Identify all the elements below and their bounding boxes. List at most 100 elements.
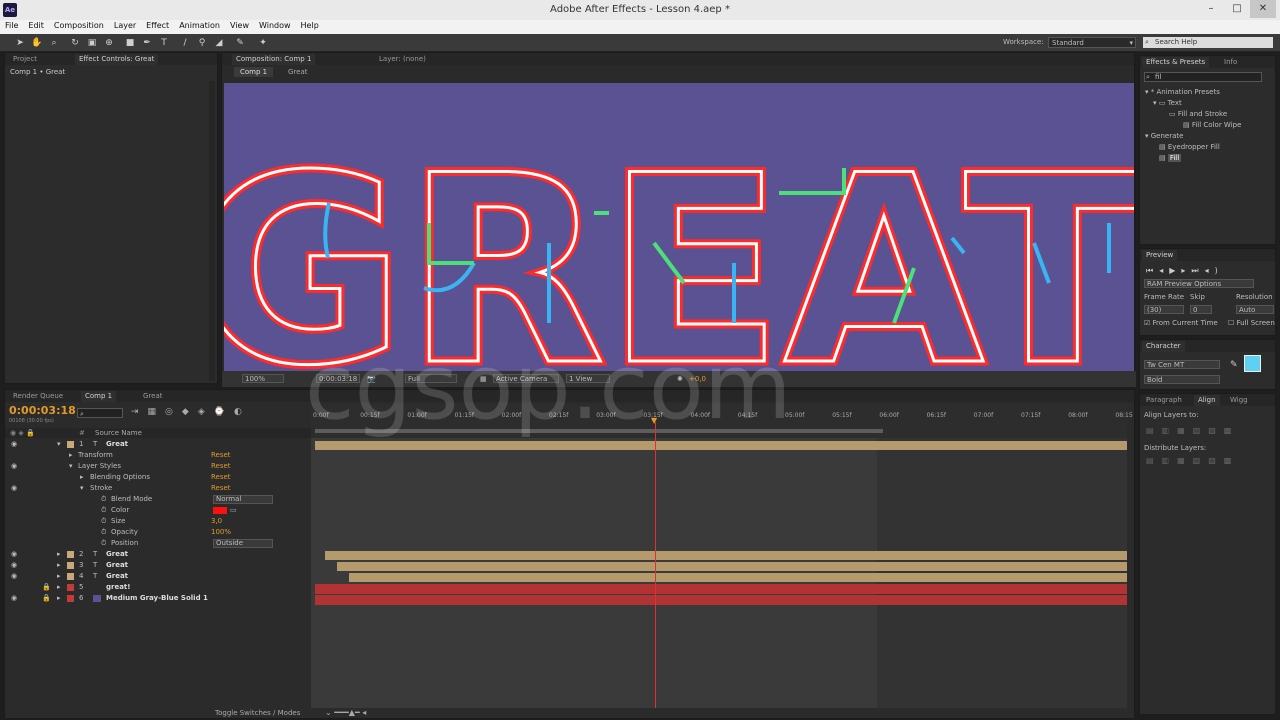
layer-bar-3[interactable] — [337, 562, 1127, 571]
property-value[interactable]: Reset — [211, 450, 231, 461]
tab-info[interactable]: Info — [1220, 57, 1241, 68]
stopwatch-icon[interactable]: ⏱ — [101, 538, 106, 549]
zoom-slider[interactable]: ⌄ ━━━▲━ ◂ — [325, 708, 395, 717]
layer-name[interactable]: Great — [106, 560, 128, 571]
label-color-swatch[interactable] — [67, 584, 74, 591]
tab-align[interactable]: Align — [1194, 395, 1220, 406]
menu-effect[interactable]: Effect — [141, 20, 174, 30]
minimize-icon[interactable]: – — [1198, 0, 1224, 18]
play-icon[interactable]: ▶ — [1169, 266, 1181, 275]
property-row-size[interactable]: ⏱ Size 3,0 — [5, 516, 311, 527]
property-row-layer-styles[interactable]: ◉ ▾ Layer Styles Reset — [5, 461, 311, 472]
font-style-select[interactable]: Bold — [1144, 375, 1220, 384]
tab-render-queue[interactable]: Render Queue — [9, 391, 67, 402]
type-tool-icon[interactable]: T — [158, 37, 170, 49]
camera-tool-icon[interactable]: ▣ — [86, 37, 98, 49]
layer-name[interactable]: great! — [106, 582, 130, 593]
lock-icon[interactable]: 🔒 — [42, 582, 51, 593]
workspace-select[interactable]: Standard ▾ — [1048, 37, 1136, 48]
position-select[interactable]: Outside — [213, 539, 273, 548]
playhead[interactable] — [655, 422, 656, 708]
eyedropper-icon[interactable]: ▭ — [230, 505, 237, 516]
first-frame-icon[interactable]: ⏮ — [1146, 266, 1159, 275]
stopwatch-icon[interactable]: ⏱ — [101, 505, 106, 516]
composition-canvas[interactable]: GREAT GREAT — [224, 83, 1134, 371]
maximize-icon[interactable]: □ — [1224, 0, 1250, 18]
tab-preview[interactable]: Preview — [1142, 250, 1178, 261]
pan-behind-tool-icon[interactable]: ⊕ — [103, 37, 115, 49]
full-screen-checkbox[interactable]: ☐ Full Screen — [1228, 319, 1275, 327]
effects-search-input[interactable]: ⌕ fil — [1144, 72, 1262, 82]
tab-project[interactable]: Project — [9, 54, 41, 65]
timeline-timecode[interactable]: 0:00:03:18 — [9, 404, 76, 417]
property-row-color[interactable]: ⏱ Color ▭ — [5, 505, 311, 516]
timeline-search-input[interactable]: ⌕ — [77, 408, 123, 418]
roto-brush-tool-icon[interactable]: ✎ — [234, 37, 246, 49]
chevron-right-icon[interactable]: ▸ — [57, 571, 61, 582]
label-color-swatch[interactable] — [67, 562, 74, 569]
frame-rate-select[interactable]: (30) — [1144, 305, 1184, 314]
chevron-down-icon[interactable]: ▾ — [69, 461, 73, 472]
ram-preview-options-select[interactable]: RAM Preview Options — [1144, 279, 1254, 288]
layer-bar-4[interactable] — [349, 573, 1127, 582]
chevron-right-icon[interactable]: ▸ — [57, 549, 61, 560]
menu-composition[interactable]: Composition — [49, 20, 109, 30]
previous-frame-icon[interactable]: ◂ — [1159, 266, 1169, 275]
chevron-right-icon[interactable]: ▸ — [80, 472, 84, 483]
label-color-swatch[interactable] — [67, 441, 74, 448]
property-value[interactable]: Reset — [211, 483, 231, 494]
menu-animation[interactable]: Animation — [174, 20, 225, 30]
tree-item-fill-and-stroke[interactable]: ▭ Fill and Stroke — [1145, 110, 1241, 121]
pen-tool-icon[interactable]: ✒ — [141, 37, 153, 49]
menu-help[interactable]: Help — [296, 20, 324, 30]
eye-icon[interactable]: ◉ — [11, 571, 17, 582]
tab-character[interactable]: Character — [1142, 341, 1185, 352]
label-color-swatch[interactable] — [67, 595, 74, 602]
layer-name[interactable]: Great — [106, 549, 128, 560]
chevron-right-icon[interactable]: ▸ — [69, 450, 73, 461]
stopwatch-icon[interactable]: ⏱ — [101, 516, 106, 527]
eraser-tool-icon[interactable]: ◢ — [213, 37, 225, 49]
breadcrumb-comp[interactable]: Comp 1 — [234, 67, 274, 77]
layer-bar-6[interactable] — [315, 595, 1127, 605]
next-frame-icon[interactable]: ▸ — [1181, 266, 1191, 275]
tab-composition[interactable]: Composition: Comp 1 — [232, 54, 316, 65]
tab-layer[interactable]: Layer: (none) — [375, 54, 430, 65]
from-current-time-checkbox[interactable]: ☑ From Current Time — [1144, 319, 1218, 327]
eye-icon[interactable]: ◉ — [11, 461, 17, 472]
eye-icon[interactable]: ◉ — [11, 549, 17, 560]
toggle-switches-modes-button[interactable]: Toggle Switches / Modes — [215, 709, 300, 717]
layer-bar-2[interactable] — [325, 551, 1127, 560]
property-value[interactable]: Reset — [211, 461, 231, 472]
property-value[interactable]: Reset — [211, 472, 231, 483]
tab-wiggler[interactable]: Wigg — [1226, 395, 1252, 406]
rectangle-tool-icon[interactable]: ■ — [124, 37, 136, 49]
menu-edit[interactable]: Edit — [23, 20, 49, 30]
menu-layer[interactable]: Layer — [109, 20, 141, 30]
eye-icon[interactable]: ◉ — [11, 593, 17, 604]
property-row-blending-options[interactable]: ▸ Blending Options Reset — [5, 472, 311, 483]
tab-effect-controls[interactable]: Effect Controls: Great — [75, 54, 159, 65]
eye-icon[interactable]: ◉ — [11, 560, 17, 571]
layer-name[interactable]: Great — [106, 571, 128, 582]
layer-name[interactable]: Great — [106, 439, 128, 450]
brush-tool-icon[interactable]: / — [179, 37, 191, 49]
layer-row-1[interactable]: ◉ ▾ 1 T Great — [5, 439, 311, 450]
align-buttons[interactable]: ▤▥▦▧▨▩ — [1146, 426, 1239, 435]
tab-effects-presets[interactable]: Effects & Presets — [1142, 57, 1210, 68]
chevron-down-icon[interactable]: ▾ — [57, 439, 61, 450]
timeline-graph[interactable]: 0:00f 00:15f 01:00f 01:15f 02:00f 02:15f 03:00… — [311, 404, 1133, 708]
tree-item-generate[interactable]: ▾ Generate — [1145, 132, 1241, 143]
chevron-right-icon[interactable]: ▸ — [57, 593, 61, 604]
property-row-position[interactable]: ⏱ Position Outside — [5, 538, 311, 549]
stroke-color-swatch[interactable] — [213, 507, 227, 514]
left-panel-scrollbar[interactable] — [209, 81, 215, 381]
selection-tool-icon[interactable]: ➤ — [14, 37, 26, 49]
search-help-input[interactable]: ⌕ Search Help — [1143, 37, 1273, 48]
property-row-transform[interactable]: ▸ Transform Reset — [5, 450, 311, 461]
property-value[interactable]: 100% — [211, 527, 231, 538]
eye-icon[interactable]: ◉ — [11, 439, 17, 450]
last-frame-icon[interactable]: ⏭ — [1191, 266, 1204, 275]
menu-file[interactable]: File — [0, 20, 23, 30]
property-row-opacity[interactable]: ⏱ Opacity 100% — [5, 527, 311, 538]
